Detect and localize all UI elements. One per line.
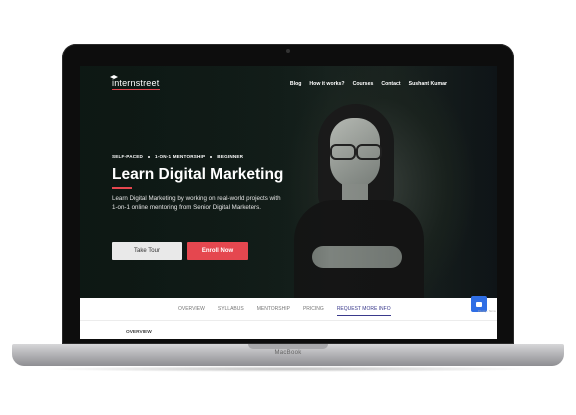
camera-icon xyxy=(286,49,290,53)
section-tabbar: OVERVIEW SYLLABUS MENTORSHIP PRICING REQ… xyxy=(80,298,497,321)
section-heading: OVERVIEW xyxy=(126,330,152,335)
site-logo[interactable]: internstreet xyxy=(112,78,159,88)
tab-syllabus[interactable]: SYLLABUS xyxy=(218,306,244,316)
recaptcha-badge: Privacy - Terms xyxy=(478,310,496,313)
page-title: Learn Digital Marketing xyxy=(112,166,284,183)
tag-mentorship: 1-ON-1 MENTORSHIP xyxy=(155,154,206,159)
hero-section: internstreet Blog How it works? Courses … xyxy=(80,66,497,298)
nav-link-blog[interactable]: Blog xyxy=(290,81,302,87)
tag-self-paced: SELF-PACED xyxy=(112,154,144,159)
nav-link-courses[interactable]: Courses xyxy=(353,81,374,87)
take-tour-button[interactable]: Take Tour xyxy=(112,242,182,260)
laptop-screen: internstreet Blog How it works? Courses … xyxy=(80,66,497,339)
tab-overview[interactable]: OVERVIEW xyxy=(178,306,205,316)
course-tags: SELF-PACED 1-ON-1 MENTORSHIP BEGINNER xyxy=(112,154,243,159)
nav-link-user[interactable]: Sushant Kumar xyxy=(409,81,447,87)
nav-link-how-it-works[interactable]: How it works? xyxy=(309,81,344,87)
logo-underline xyxy=(112,89,160,90)
hero-description: Learn Digital Marketing by working on re… xyxy=(112,195,281,211)
tag-level: BEGINNER xyxy=(217,154,244,159)
top-nav: internstreet Blog How it works? Courses … xyxy=(80,66,497,100)
tab-mentorship[interactable]: MENTORSHIP xyxy=(257,306,290,316)
laptop-notch xyxy=(248,344,328,349)
laptop-shadow xyxy=(40,366,536,372)
main-content: OVERVIEW xyxy=(80,321,497,339)
nav-links: Blog How it works? Courses Contact Susha… xyxy=(290,81,447,87)
tab-pricing[interactable]: PRICING xyxy=(303,306,324,316)
chat-bubble-icon xyxy=(476,301,482,307)
device-brand: MacBook xyxy=(274,350,302,356)
nav-link-contact[interactable]: Contact xyxy=(381,81,400,87)
enroll-now-button[interactable]: Enroll Now xyxy=(187,242,248,260)
tab-request-more-info[interactable]: REQUEST MORE INFO xyxy=(336,306,391,316)
title-underline xyxy=(112,187,132,189)
tag-separator xyxy=(148,155,151,158)
section-tabs: OVERVIEW SYLLABUS MENTORSHIP PRICING REQ… xyxy=(178,306,391,316)
tag-separator xyxy=(210,155,213,158)
